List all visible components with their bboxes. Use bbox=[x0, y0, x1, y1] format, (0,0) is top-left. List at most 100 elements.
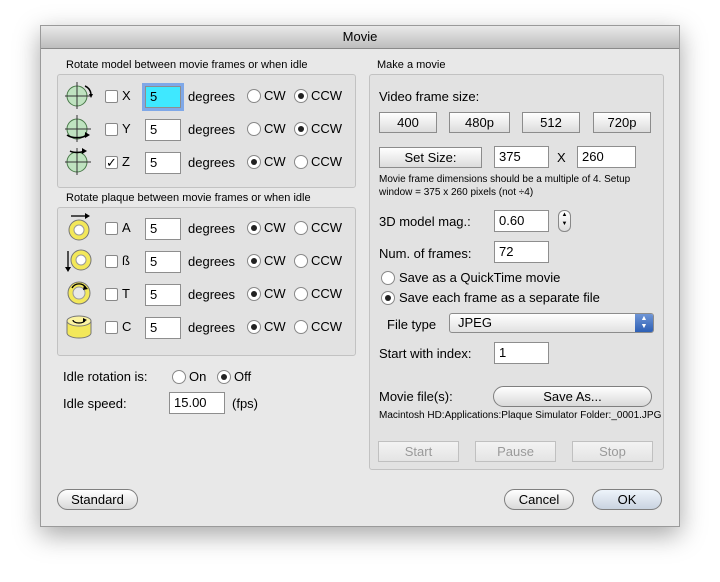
axis-b-checkbox[interactable] bbox=[105, 255, 118, 268]
axis-x-label: X bbox=[122, 88, 131, 103]
save-frames-radio[interactable] bbox=[381, 291, 395, 305]
pause-button[interactable]: Pause bbox=[475, 441, 556, 462]
num-frames-input[interactable]: 72 bbox=[494, 241, 549, 263]
axis-y-unit: degrees bbox=[188, 122, 235, 137]
axis-c-unit: degrees bbox=[188, 320, 235, 335]
idle-off-radio[interactable] bbox=[217, 370, 231, 384]
axis-x-checkbox[interactable] bbox=[105, 90, 118, 103]
axis-c-ccw-label: CCW bbox=[311, 319, 343, 334]
axis-c-cw-radio[interactable] bbox=[247, 320, 261, 334]
axis-c-label: C bbox=[122, 319, 132, 334]
idle-speed-input[interactable]: 15.00 bbox=[169, 392, 225, 414]
frame-width-input[interactable]: 375 bbox=[494, 146, 549, 168]
set-size-button[interactable]: Set Size: bbox=[379, 147, 482, 168]
axis-b-cw-label: CW bbox=[264, 253, 286, 268]
movie-files-label: Movie file(s): bbox=[379, 389, 453, 404]
axis-b-unit: degrees bbox=[188, 254, 235, 269]
axis-c-degrees-input[interactable]: 5 bbox=[145, 317, 181, 339]
axis-a-checkbox[interactable] bbox=[105, 222, 118, 235]
axis-y-cw-radio[interactable] bbox=[247, 122, 261, 136]
chevron-up-down-icon: ▲ ▼ bbox=[635, 314, 653, 332]
start-index-input[interactable]: 1 bbox=[494, 342, 549, 364]
axis-x-ccw-radio[interactable] bbox=[294, 89, 308, 103]
frame-size-note: Movie frame dimensions should be a multi… bbox=[379, 174, 631, 198]
plaque-rotate-b-icon bbox=[65, 249, 92, 272]
axis-b-ccw-label: CCW bbox=[311, 253, 343, 268]
save-frames-label: Save each frame as a separate file bbox=[399, 290, 600, 305]
axis-a-ccw-label: CCW bbox=[311, 220, 343, 235]
axis-z-cw-label: CW bbox=[264, 154, 286, 169]
axis-a-unit: degrees bbox=[188, 221, 235, 236]
axis-z-degrees-input[interactable]: 5 bbox=[145, 152, 181, 174]
axis-y-ccw-radio[interactable] bbox=[294, 122, 308, 136]
plaque-rotate-c-icon bbox=[66, 315, 92, 339]
rotate-model-header: Rotate model between movie frames or whe… bbox=[66, 59, 308, 71]
model-mag-stepper[interactable]: ▲ ▼ bbox=[558, 210, 571, 232]
axis-c-checkbox[interactable] bbox=[105, 321, 118, 334]
cancel-button[interactable]: Cancel bbox=[504, 489, 574, 510]
axis-z-unit: degrees bbox=[188, 155, 235, 170]
axis-t-cw-label: CW bbox=[264, 286, 286, 301]
size-400-button[interactable]: 400 bbox=[379, 112, 437, 133]
file-type-value: JPEG bbox=[458, 315, 492, 330]
axis-b-degrees-input[interactable]: 5 bbox=[145, 251, 181, 273]
idle-on-label: On bbox=[189, 369, 207, 384]
rotate-z-icon bbox=[65, 148, 91, 175]
axis-z-label: Z bbox=[122, 154, 130, 169]
axis-x-cw-radio[interactable] bbox=[247, 89, 261, 103]
size-720p-button[interactable]: 720p bbox=[593, 112, 651, 133]
make-movie-header: Make a movie bbox=[377, 59, 446, 71]
axis-a-degrees-input[interactable]: 5 bbox=[145, 218, 181, 240]
axis-z-ccw-radio[interactable] bbox=[294, 155, 308, 169]
axis-z-checkbox[interactable]: ✓ bbox=[105, 156, 118, 169]
axis-y-ccw-label: CCW bbox=[311, 121, 343, 136]
file-type-select[interactable]: JPEG ▲ ▼ bbox=[449, 313, 654, 333]
axis-t-cw-radio[interactable] bbox=[247, 287, 261, 301]
axis-a-ccw-radio[interactable] bbox=[294, 221, 308, 235]
start-button[interactable]: Start bbox=[378, 441, 459, 462]
rotate-y-icon bbox=[65, 115, 91, 142]
axis-a-label: A bbox=[122, 220, 131, 235]
file-type-label: File type bbox=[387, 317, 437, 332]
num-frames-label: Num. of frames: bbox=[379, 246, 472, 261]
rotate-plaque-header: Rotate plaque between movie frames or wh… bbox=[66, 192, 311, 204]
axis-t-ccw-radio[interactable] bbox=[294, 287, 308, 301]
size-512-button[interactable]: 512 bbox=[522, 112, 580, 133]
axis-t-label: T bbox=[122, 286, 130, 301]
movie-dialog: Movie Rotate model between movie frames … bbox=[40, 25, 680, 527]
axis-x-degrees-input[interactable]: 5 bbox=[142, 83, 184, 111]
axis-x-ccw-label: CCW bbox=[311, 88, 343, 103]
plaque-rotate-a-icon bbox=[68, 213, 90, 241]
start-index-label: Start with index: bbox=[379, 346, 472, 361]
rotate-x-icon bbox=[65, 82, 93, 109]
size-480p-button[interactable]: 480p bbox=[449, 112, 510, 133]
axis-c-cw-label: CW bbox=[264, 319, 286, 334]
plaque-rotate-t-icon bbox=[67, 281, 91, 305]
save-as-button[interactable]: Save As... bbox=[493, 386, 652, 407]
window-title: Movie bbox=[41, 26, 679, 49]
axis-z-ccw-label: CCW bbox=[311, 154, 343, 169]
standard-button[interactable]: Standard bbox=[57, 489, 138, 510]
ok-button[interactable]: OK bbox=[592, 489, 662, 510]
axis-z-cw-radio[interactable] bbox=[247, 155, 261, 169]
model-mag-label: 3D model mag.: bbox=[379, 214, 471, 229]
axis-y-degrees-input[interactable]: 5 bbox=[145, 119, 181, 141]
idle-on-radio[interactable] bbox=[172, 370, 186, 384]
axis-t-degrees-input[interactable]: 5 bbox=[145, 284, 181, 306]
save-quicktime-radio[interactable] bbox=[381, 271, 395, 285]
idle-rotation-label: Idle rotation is: bbox=[63, 369, 148, 384]
axis-c-ccw-radio[interactable] bbox=[294, 320, 308, 334]
frame-size-label: Video frame size: bbox=[379, 89, 480, 104]
stop-button[interactable]: Stop bbox=[572, 441, 653, 462]
idle-speed-label: Idle speed: bbox=[63, 396, 127, 411]
axis-b-cw-radio[interactable] bbox=[247, 254, 261, 268]
idle-speed-unit: (fps) bbox=[232, 396, 258, 411]
axis-t-ccw-label: CCW bbox=[311, 286, 343, 301]
frame-height-input[interactable]: 260 bbox=[577, 146, 636, 168]
axis-a-cw-radio[interactable] bbox=[247, 221, 261, 235]
axis-t-checkbox[interactable] bbox=[105, 288, 118, 301]
axis-b-ccw-radio[interactable] bbox=[294, 254, 308, 268]
idle-off-label: Off bbox=[234, 369, 252, 384]
axis-y-checkbox[interactable] bbox=[105, 123, 118, 136]
model-mag-input[interactable]: 0.60 bbox=[494, 210, 549, 232]
